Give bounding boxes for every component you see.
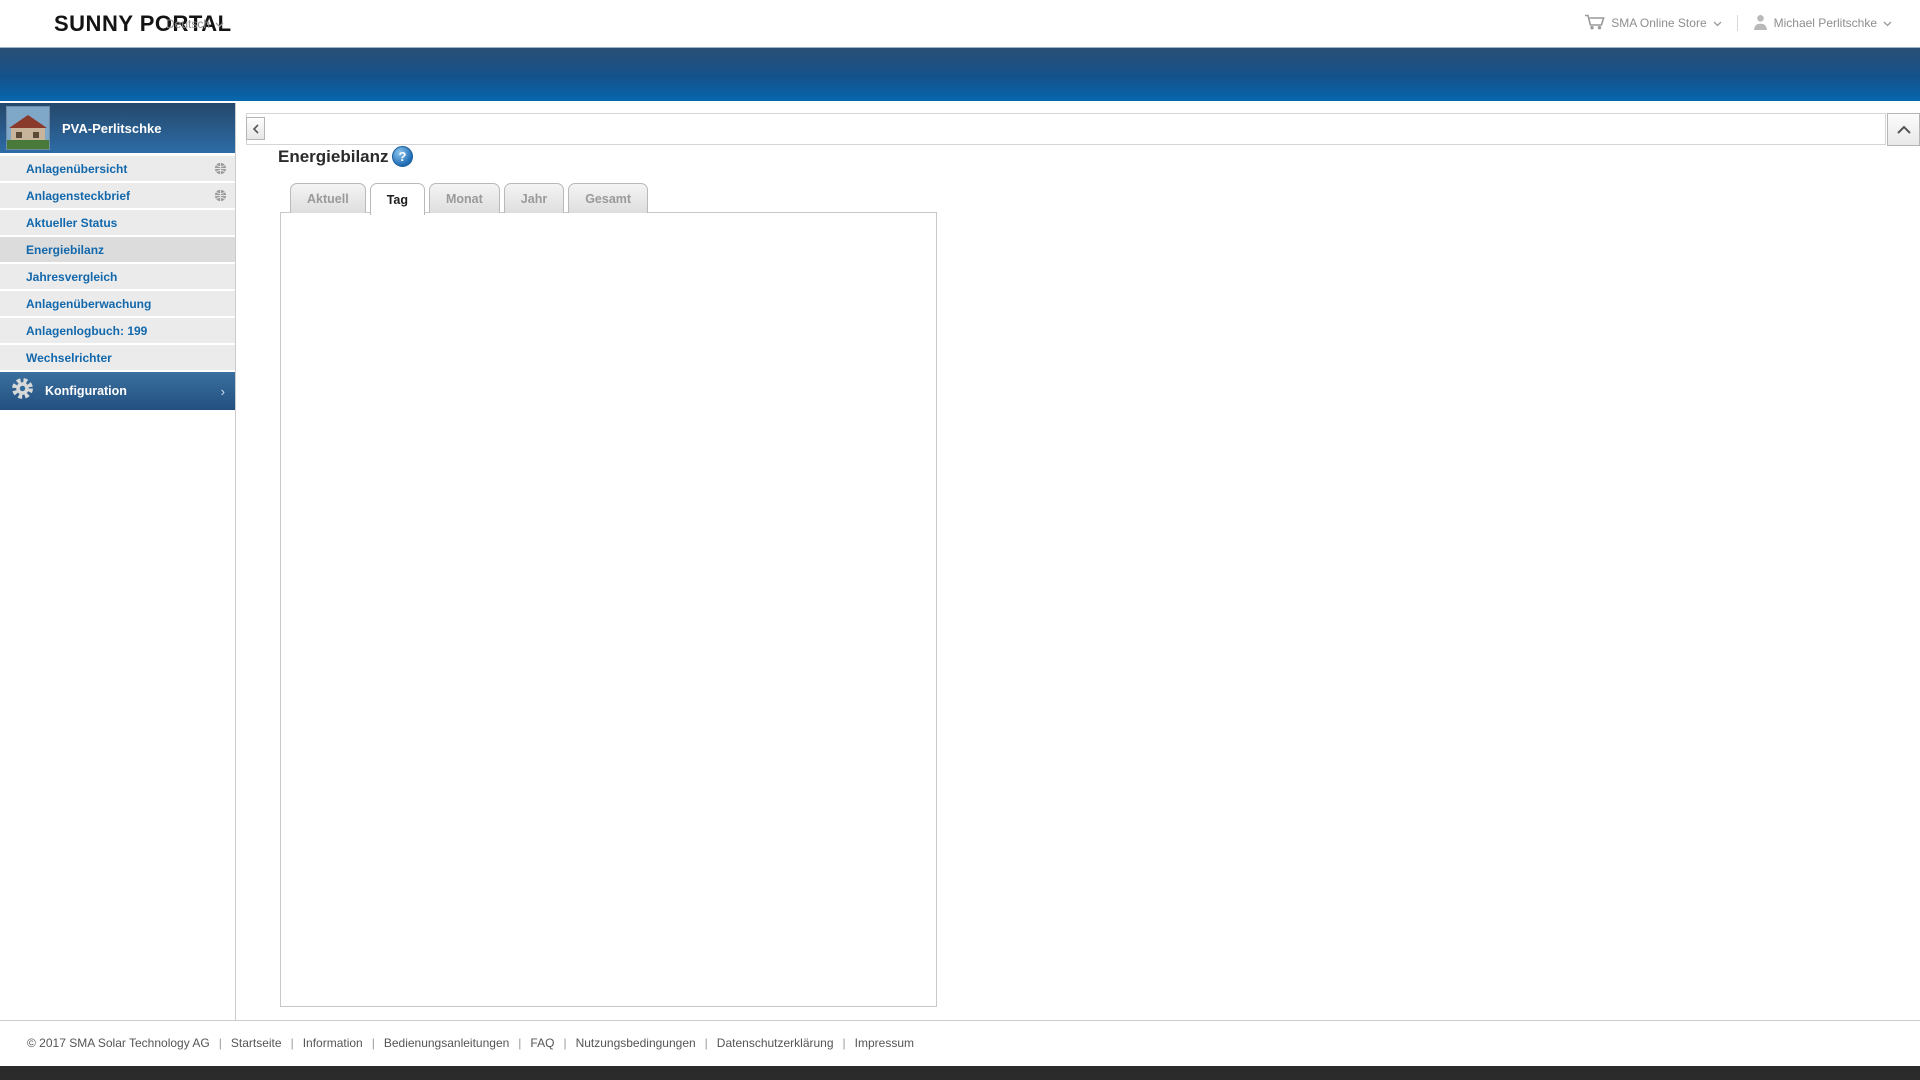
sidebar-item-aktueller-status[interactable]: Aktueller Status <box>0 210 235 235</box>
scroll-top-button[interactable] <box>1887 113 1920 146</box>
help-icon[interactable]: ? <box>392 146 413 167</box>
footer-divider <box>0 1020 1920 1021</box>
sidebar-item-label: Jahresvergleich <box>26 270 117 284</box>
footer-separator: | <box>291 1036 294 1050</box>
divider <box>1737 15 1738 31</box>
footer-link-faq[interactable]: FAQ <box>530 1036 554 1050</box>
top-bar: SUNNY PORTAL Deutsch SMA Online Store Mi… <box>0 0 1920 47</box>
sidebar-divider <box>235 103 236 1020</box>
top-right-menu: SMA Online Store Michael Perlitschke <box>1584 13 1892 33</box>
sidebar-item-label: Energiebilanz <box>26 243 104 257</box>
user-icon <box>1753 14 1768 33</box>
sidebar-item-anlagenüberwachung[interactable]: Anlagenüberwachung <box>0 291 235 316</box>
footer-separator: | <box>563 1036 566 1050</box>
tab-content-panel <box>280 212 937 1007</box>
sidebar-item-anlagenlogbuch-199[interactable]: Anlagenlogbuch: 199 <box>0 318 235 343</box>
chevron-down-icon <box>215 17 224 31</box>
sidebar: PVA-Perlitschke Anlagenübersicht Anlagens… <box>0 103 235 410</box>
footer-separator: | <box>843 1036 846 1050</box>
tab-bar: AktuellTagMonatJahrGesamt <box>290 183 648 213</box>
footer-link-startseite[interactable]: Startseite <box>231 1036 282 1050</box>
sidebar-item-energiebilanz[interactable]: Energiebilanz <box>0 237 235 262</box>
cart-icon <box>1584 13 1605 33</box>
sidebar-item-label: Anlagenübersicht <box>26 162 127 176</box>
language-label: Deutsch <box>166 17 210 31</box>
sunny-portal-page: SUNNY PORTAL Deutsch SMA Online Store Mi… <box>0 0 1920 1080</box>
plant-name: PVA-Perlitschke <box>62 121 161 136</box>
footer-link-nutzungsbedingungen[interactable]: Nutzungsbedingungen <box>576 1036 696 1050</box>
sidebar-item-konfiguration[interactable]: Konfiguration › <box>0 372 235 410</box>
sidebar-item-wechselrichter[interactable]: Wechselrichter <box>0 345 235 370</box>
language-selector[interactable]: Deutsch <box>166 17 224 31</box>
blue-banner <box>0 47 1920 101</box>
globe-icon <box>214 162 227 180</box>
copyright: © 2017 SMA Solar Technology AG <box>27 1036 210 1050</box>
sidebar-item-anlagenübersicht[interactable]: Anlagenübersicht <box>0 156 235 181</box>
tab-monat[interactable]: Monat <box>429 183 500 213</box>
chevron-right-icon: › <box>221 384 225 399</box>
sidebar-item-label: Aktueller Status <box>26 216 117 230</box>
help-glyph: ? <box>399 149 407 164</box>
footer-separator: | <box>372 1036 375 1050</box>
sidebar-item-label: Wechselrichter <box>26 351 112 365</box>
page-title: Energiebilanz <box>278 147 389 167</box>
footer: © 2017 SMA Solar Technology AG | Startseit… <box>27 1036 914 1050</box>
chevron-down-icon <box>1713 16 1722 30</box>
tab-jahr[interactable]: Jahr <box>504 183 564 213</box>
sidebar-menu: Anlagenübersicht Anlagensteckbrief Aktuell… <box>0 156 235 370</box>
tab-aktuell[interactable]: Aktuell <box>290 183 366 213</box>
plant-header[interactable]: PVA-Perlitschke <box>0 103 235 153</box>
footer-link-impressum[interactable]: Impressum <box>855 1036 914 1050</box>
tab-tag[interactable]: Tag <box>370 183 425 215</box>
footer-separator: | <box>705 1036 708 1050</box>
user-menu[interactable]: Michael Perlitschke <box>1753 14 1892 33</box>
sidebar-item-label: Anlagenüberwachung <box>26 297 151 311</box>
chevron-down-icon <box>1883 16 1892 30</box>
footer-link-information[interactable]: Information <box>303 1036 363 1050</box>
sidebar-item-jahresvergleich[interactable]: Jahresvergleich <box>0 264 235 289</box>
content-top-bar <box>246 113 1886 145</box>
footer-link-datenschutzerklärung[interactable]: Datenschutzerklärung <box>717 1036 834 1050</box>
footer-separator: | <box>518 1036 521 1050</box>
store-label: SMA Online Store <box>1611 16 1706 30</box>
sidebar-item-label: Anlagensteckbrief <box>26 189 130 203</box>
sidebar-collapse-button[interactable] <box>246 117 265 140</box>
config-label: Konfiguration <box>45 384 127 398</box>
sidebar-item-label: Anlagenlogbuch: 199 <box>26 324 147 338</box>
footer-separator: | <box>219 1036 222 1050</box>
globe-icon <box>214 189 227 207</box>
sidebar-item-anlagensteckbrief[interactable]: Anlagensteckbrief <box>0 183 235 208</box>
store-menu[interactable]: SMA Online Store <box>1584 13 1721 33</box>
plant-photo <box>6 106 50 150</box>
user-name: Michael Perlitschke <box>1774 16 1877 30</box>
bottom-bar <box>0 1066 1920 1080</box>
tab-gesamt[interactable]: Gesamt <box>568 183 648 213</box>
footer-link-bedienungsanleitungen[interactable]: Bedienungsanleitungen <box>384 1036 509 1050</box>
gear-icon <box>10 376 35 406</box>
